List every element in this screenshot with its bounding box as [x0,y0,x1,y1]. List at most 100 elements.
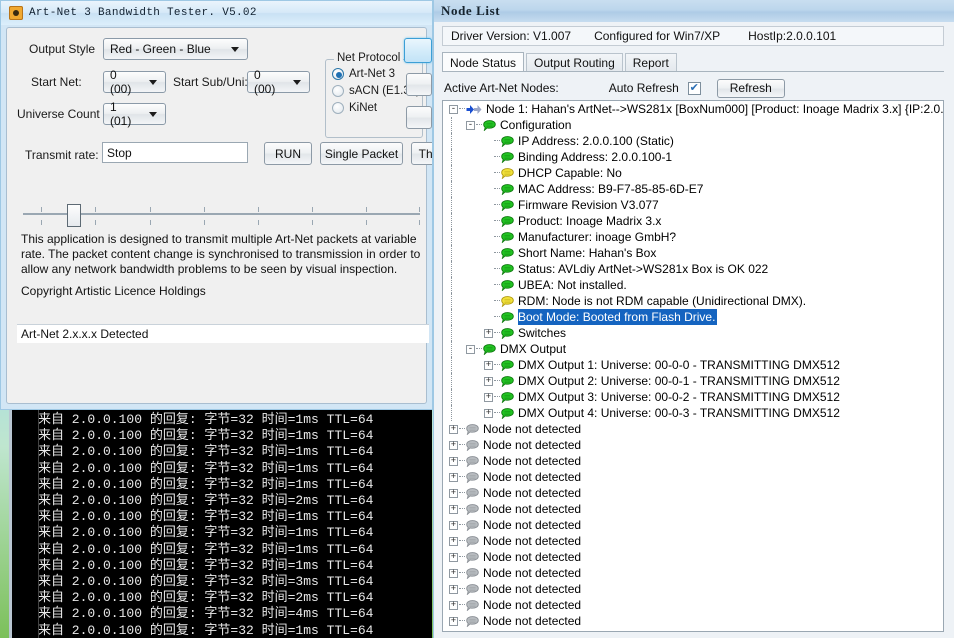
left-window-titlebar: Art-Net 3 Bandwidth Tester. V5.02 [1,1,432,25]
tree-row-label: Node 1: Hahan's ArtNet-->WS281x [BoxNum0… [486,102,944,116]
expand-icon[interactable]: + [449,600,458,610]
expand-icon[interactable]: + [449,504,458,514]
tree-dots [494,396,500,398]
clipped-button-3[interactable] [406,106,432,129]
expand-icon[interactable]: + [449,440,458,450]
single-packet-button[interactable]: Single Packet [320,142,403,165]
tab-output-routing[interactable]: Output Routing [526,53,623,72]
app-icon [9,6,23,20]
transmit-rate-slider[interactable] [19,200,424,228]
tree-row[interactable]: + DMX Output 1: Universe: 00-0-0 - TRANSM… [443,357,943,373]
radio-kinet-label: KiNet [349,102,378,114]
expand-icon[interactable]: + [449,520,458,530]
tree-row-label: DMX Output [500,342,567,356]
transmit-rate-input[interactable]: Stop [102,142,248,163]
tree-row[interactable]: + DMX Output 4: Universe: 00-0-3 - TRANSM… [443,405,943,421]
tab-node-status[interactable]: Node Status [442,52,525,72]
tree-row[interactable]: + Node not detected [443,517,943,533]
expand-icon[interactable]: + [484,408,493,418]
collapse-icon[interactable]: - [449,104,458,114]
expand-icon[interactable]: + [449,536,458,546]
tree-row-label: Node not detected [483,534,582,548]
tree-row[interactable]: Product: Inoage Madrix 3.x [443,213,943,229]
expand-icon[interactable]: + [484,328,493,338]
tree-row-label: Node not detected [483,486,582,500]
collapse-icon[interactable]: - [466,120,475,130]
expand-icon[interactable]: + [449,552,458,562]
output-style-select[interactable]: Red - Green - Blue [103,38,248,60]
radio-unselected-icon [332,102,344,114]
tree-row[interactable]: - Configuration [443,117,943,133]
tree-indent [451,405,484,421]
slider-tick [419,207,420,212]
expand-icon[interactable]: + [449,616,458,626]
node-list-window: Node List Driver Version: V1.007 Configu… [433,0,954,638]
console-line: 来自 2.0.0.100 的回复: 字节=32 时间=2ms TTL=64 [38,493,374,509]
tree-row[interactable]: IP Address: 2.0.0.100 (Static) [443,133,943,149]
tree-row[interactable]: + Node not detected [443,581,943,597]
tree-row[interactable]: + Node not detected [443,421,943,437]
tree-row[interactable]: + Node not detected [443,453,943,469]
tree-row-label: Node not detected [483,566,582,580]
tree-row[interactable]: + DMX Output 3: Universe: 00-0-2 - TRANSM… [443,389,943,405]
tree-row[interactable]: - DMX Output [443,341,943,357]
auto-refresh-checkbox[interactable]: ✔ [687,81,701,95]
tree-row[interactable]: Firmware Revision V3.077 [443,197,943,213]
expand-icon[interactable]: + [449,472,458,482]
expand-icon[interactable]: + [484,360,493,370]
tree-row[interactable]: Short Name: Hahan's Box [443,245,943,261]
green-status-icon [501,199,514,211]
console-line: 来自 2.0.0.100 的回复: 字节=32 时间=1ms TTL=64 [38,525,374,541]
start-net-select[interactable]: 0 (00) [103,68,166,96]
node-tree[interactable]: - Node 1: Hahan's ArtNet-->WS281x [BoxNum… [442,100,944,632]
collapse-icon[interactable]: - [466,344,475,354]
tab-report[interactable]: Report [624,53,677,72]
tree-row[interactable]: + Switches [443,325,943,341]
universe-count-select[interactable]: 1 (01) [103,100,166,128]
tree-row[interactable]: + Node not detected [443,549,943,565]
tree-row[interactable]: RDM: Node is not RDM capable (Unidirecti… [443,293,943,309]
tree-row[interactable]: Binding Address: 2.0.0.100-1 [443,149,943,165]
tree-row[interactable]: + Node not detected [443,469,943,485]
expand-icon[interactable]: + [449,584,458,594]
tree-row[interactable]: + Node not detected [443,437,943,453]
tree-row[interactable]: Status: AVLdiy ArtNet->WS281x Box is OK … [443,261,943,277]
start-sub-uni-select[interactable]: 0 (00) [247,68,310,96]
tree-row[interactable]: + DMX Output 2: Universe: 00-0-1 - TRANSM… [443,373,943,389]
ping-console-window[interactable]: 来自 2.0.0.100 的回复: 字节=32 时间=1ms TTL=64 来自 … [9,410,432,638]
tree-row[interactable]: MAC Address: B9-F7-85-85-6D-E7 [443,181,943,197]
tree-row-label: DMX Output 4: Universe: 00-0-3 - TRANSMI… [518,406,840,420]
expand-icon[interactable]: + [484,376,493,386]
expand-icon[interactable]: + [484,392,493,402]
grey-status-icon [466,455,479,467]
tree-indent [451,309,484,325]
tree-row[interactable]: + Node not detected [443,597,943,613]
tree-indent [451,277,484,293]
tree-row[interactable]: + Node not detected [443,485,943,501]
slider-tick [366,220,367,225]
node-arrow-icon [466,104,482,115]
run-button[interactable]: RUN [264,142,312,165]
expand-icon[interactable]: + [449,488,458,498]
tree-row[interactable]: Manufacturer: inoage GmbH? [443,229,943,245]
clipped-button-2[interactable] [406,73,432,96]
tree-row[interactable]: + Node not detected [443,565,943,581]
tree-row[interactable]: + Node not detected [443,501,943,517]
threshold-button[interactable]: Thre [411,142,432,165]
tree-row[interactable]: UBEA: Not installed. [443,277,943,293]
clipped-button-1[interactable] [404,38,432,63]
tree-indent [451,245,484,261]
refresh-button[interactable]: Refresh [716,78,785,98]
expand-icon[interactable]: + [449,568,458,578]
expand-icon[interactable]: + [449,456,458,466]
tree-row[interactable]: - Node 1: Hahan's ArtNet-->WS281x [BoxNum… [443,101,943,117]
slider-thumb[interactable] [67,204,81,227]
tree-row[interactable]: + Node not detected [443,533,943,549]
tree-row[interactable]: Boot Mode: Booted from Flash Drive. [443,309,943,325]
tree-row-label: Status: AVLdiy ArtNet->WS281x Box is OK … [518,262,769,276]
expand-icon[interactable]: + [449,424,458,434]
tree-row[interactable]: + Node not detected [443,613,943,629]
tree-row[interactable]: DHCP Capable: No [443,165,943,181]
slider-tick [312,220,313,225]
right-window-titlebar: Node List [434,0,954,22]
